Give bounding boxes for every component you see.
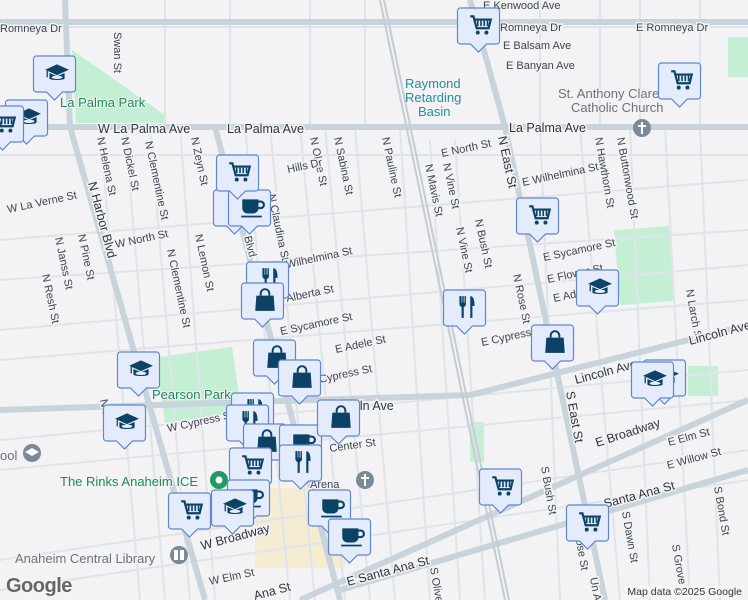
- school-marker[interactable]: [102, 404, 147, 450]
- water-label: Basin: [418, 104, 451, 119]
- poi-label: ool: [0, 448, 17, 463]
- park-label: La Palma Park: [60, 95, 146, 110]
- google-logo: Google: [6, 575, 72, 597]
- street-label: N Buttonwood St: [614, 136, 640, 219]
- shopping-marker[interactable]: [240, 282, 285, 328]
- street-label: Romneya Dr: [500, 22, 562, 34]
- street-label: E Adele St: [334, 334, 387, 356]
- grocery-marker[interactable]: [456, 7, 501, 53]
- street-label: E Wilhelmina St: [521, 161, 599, 189]
- street-label: N Clementine St: [164, 248, 192, 329]
- library-icon[interactable]: [170, 546, 188, 564]
- street-label: E Banyan Ave: [506, 60, 575, 72]
- street-label: Romneya Dr: [0, 23, 62, 35]
- street-label: N Lemon St: [192, 233, 216, 292]
- street-label: N Mavis St: [422, 163, 445, 218]
- street-label: Ana St: [252, 580, 292, 600]
- school-marker[interactable]: [575, 269, 620, 315]
- poi-label: St. Anthony Claret: [558, 86, 663, 101]
- map-data-credit[interactable]: Map data ©2025 Google: [625, 586, 744, 598]
- street-label: N Resh St: [39, 273, 61, 325]
- street-label: N Pauline St: [379, 136, 403, 198]
- street-label: La Palma Ave: [227, 122, 304, 136]
- poi-label: The Rinks Anaheim ICE: [60, 474, 198, 489]
- street-label: N Dickel St: [118, 136, 141, 192]
- street-label: S Dawn St: [619, 510, 640, 563]
- shopping-marker[interactable]: [530, 324, 575, 370]
- grocery-marker[interactable]: [565, 504, 610, 550]
- street-label: W La Verne St: [6, 189, 78, 215]
- street-label: S Bond St: [711, 485, 731, 536]
- street-label: Santa Ana St: [602, 478, 677, 511]
- park-lincoln: [688, 366, 718, 396]
- water-label: Retarding: [405, 90, 461, 105]
- church-icon[interactable]: [356, 471, 374, 489]
- street-label: W La Palma Ave: [98, 122, 190, 136]
- street-label: N Bush St: [472, 218, 494, 269]
- poi-label: Catholic Church: [571, 100, 664, 115]
- poi-label: Anaheim Central Library: [15, 551, 156, 566]
- street-label: N Zeyn St: [188, 136, 210, 186]
- restaurant-marker[interactable]: [442, 289, 487, 335]
- grocery-marker[interactable]: [515, 197, 560, 243]
- street-label: N Clementine St: [142, 140, 170, 221]
- street-label: La Palma Ave: [509, 121, 586, 135]
- rink-pin-icon[interactable]: [210, 471, 228, 489]
- map-canvas[interactable]: La Palma Park Pearson Park Raymond Retar…: [0, 0, 748, 600]
- street-label: N East St: [495, 135, 520, 190]
- street-label: E Balsam Ave: [503, 40, 571, 52]
- park-ne: [728, 37, 748, 77]
- street-label: Swan St: [111, 32, 123, 73]
- park-label: Pearson Park: [152, 387, 231, 402]
- church-icon[interactable]: [633, 119, 651, 137]
- water-label: Raymond: [405, 76, 461, 91]
- street-label: Cypress St: [318, 363, 373, 386]
- grocery-marker[interactable]: [657, 62, 702, 108]
- street-label: N Rose St: [510, 273, 532, 325]
- street-label: E Romneya Dr: [636, 22, 708, 34]
- street-label: N Sabina St: [331, 136, 355, 196]
- street-label: Wilhelmina St: [285, 245, 353, 271]
- street-label: N Janss St: [52, 236, 75, 291]
- grocery-marker[interactable]: [0, 105, 25, 151]
- street-label: W Elm St: [208, 567, 255, 588]
- street-label: S Grove: [669, 543, 688, 585]
- school-poi-icon[interactable]: [23, 444, 41, 462]
- street-label: E North St: [440, 138, 492, 160]
